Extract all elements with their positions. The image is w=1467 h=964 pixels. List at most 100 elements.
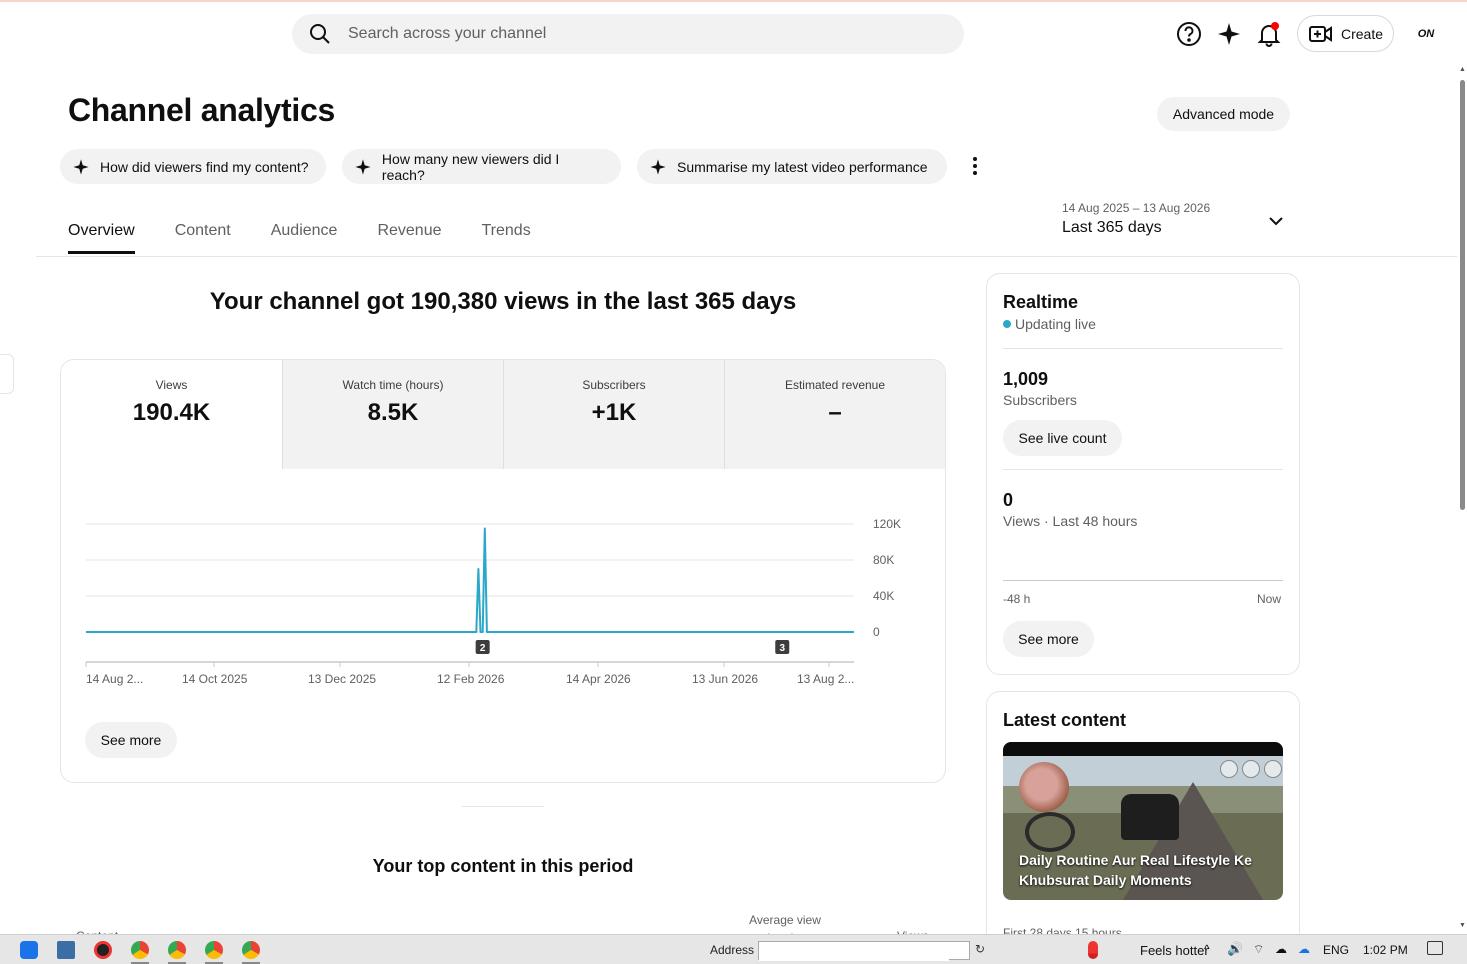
metric-value: 190.4K (132, 399, 211, 426)
tab-audience[interactable]: Audience (271, 222, 338, 254)
realtime-views-label: Views · Last 48 hours (1003, 513, 1138, 529)
metric-label: Subscribers (582, 378, 646, 392)
realtime-status: Updating live (1003, 316, 1096, 332)
chrome-icon[interactable] (205, 941, 223, 959)
tab-overview[interactable]: Overview (68, 222, 135, 254)
show-hidden-icons-chevron-icon[interactable]: ^ (1204, 942, 1210, 956)
page-scrollbar[interactable]: ▲ ▼ (1457, 62, 1467, 934)
thermometer-icon (1088, 941, 1098, 959)
search-icon (310, 24, 330, 44)
tab-revenue[interactable]: Revenue (377, 222, 441, 254)
realtime-status-label: Updating live (1015, 316, 1096, 332)
x-tick-label: 14 Oct 2025 (182, 672, 248, 686)
thumbnail-steering-wheel (1025, 812, 1075, 852)
suggestion-label: How many new viewers did I reach? (381, 150, 560, 183)
see-live-count-button[interactable]: See live count (1003, 420, 1122, 456)
weather-status[interactable]: Feels hotter (1140, 943, 1209, 958)
wifi-icon[interactable]: ⌔ (1253, 942, 1264, 957)
camera-control-icon (1242, 760, 1260, 778)
chrome-icon[interactable] (242, 941, 260, 959)
volume-icon[interactable]: 🔊 (1227, 941, 1243, 957)
tab-content[interactable]: Content (175, 222, 231, 254)
window-top-line (0, 0, 1467, 2)
latest-video-thumbnail[interactable]: Daily Routine Aur Real Lifestyle Ke Khub… (1003, 742, 1283, 900)
latest-content-title: Latest content (1003, 710, 1127, 730)
side-panel-handle[interactable] (0, 354, 14, 394)
metric-value: – (828, 399, 842, 426)
recorder-icon[interactable] (94, 941, 112, 959)
realtime-see-more-button[interactable]: See more (1003, 621, 1094, 657)
create-label: Create (1341, 25, 1384, 42)
top-content-title: Your top content in this period (372, 856, 634, 876)
outlook-icon[interactable] (20, 941, 38, 959)
suggestion-chip-3[interactable]: Summarise my latest video performance (637, 149, 947, 184)
game-control-icon (1220, 760, 1238, 778)
date-range-picker[interactable]: 14 Aug 2025 – 13 Aug 2026 Last 365 days (1062, 201, 1210, 237)
create-video-icon (1309, 25, 1332, 42)
metric-label: Estimated revenue (784, 378, 886, 392)
address-toolbar[interactable] (758, 941, 970, 961)
search-bar[interactable] (292, 14, 964, 54)
advanced-mode-button[interactable]: Advanced mode (1157, 97, 1290, 131)
avatar[interactable]: ON (1410, 20, 1442, 48)
search-input[interactable] (348, 25, 908, 43)
thumbnail-car (1121, 794, 1179, 840)
divider (1003, 348, 1283, 349)
scrollbar-thumb[interactable] (1460, 80, 1465, 510)
series-line (86, 527, 854, 633)
help-icon[interactable] (1176, 21, 1202, 47)
onedrive-icon[interactable]: ☁ (1298, 942, 1310, 956)
metric-tabs: Views 190.4K Watch time (hours) 8.5K Sub… (61, 360, 945, 469)
event-marker-label: 2 (480, 643, 486, 654)
sparkle-icon (73, 158, 89, 175)
more-options-icon[interactable] (965, 153, 985, 179)
y-tick-label: 120K (873, 517, 901, 531)
realtime-axis-start: -48 h (1003, 592, 1031, 606)
date-range-dates: 14 Aug 2025 – 13 Aug 2026 (1062, 201, 1211, 215)
y-tick-label: 40K (873, 589, 894, 603)
metric-views[interactable]: Views 190.4K (61, 360, 282, 469)
refresh-icon[interactable]: ↻ (975, 942, 985, 956)
date-range-label: Last 365 days (1062, 219, 1162, 236)
suggestion-chip-2[interactable]: How many new viewers did I reach? (342, 149, 621, 184)
ai-sparkle-icon[interactable] (1216, 21, 1242, 47)
x-tick-label: 13 Jun 2026 (692, 672, 758, 686)
sparkle-icon (355, 158, 371, 175)
metric-watch-time[interactable]: Watch time (hours) 8.5K (282, 360, 503, 469)
scroll-down-arrow-icon[interactable]: ▼ (1459, 922, 1466, 929)
scroll-up-arrow-icon[interactable]: ▲ (1459, 66, 1466, 73)
chrome-icon[interactable] (131, 941, 149, 959)
create-button[interactable]: Create (1297, 15, 1394, 52)
address-input[interactable] (759, 943, 949, 961)
suggestion-label: Summarise my latest video performance (677, 158, 928, 175)
notifications-bell-icon[interactable] (1256, 21, 1282, 47)
chrome-icon[interactable] (168, 941, 186, 959)
realtime-axis-end: Now (1257, 592, 1282, 606)
metric-estimated-revenue[interactable]: Estimated revenue – (724, 360, 945, 469)
tab-trends[interactable]: Trends (482, 222, 531, 254)
x-tick-label: 13 Dec 2025 (308, 672, 376, 686)
live-dot-icon (1003, 320, 1011, 328)
suggestion-chip-1[interactable]: How did viewers find my content? (60, 149, 326, 184)
metric-value: 8.5K (367, 399, 419, 426)
metric-subscribers[interactable]: Subscribers +1K (503, 360, 724, 469)
address-label: Address (710, 943, 755, 957)
x-tick-label: 14 Apr 2026 (566, 672, 631, 686)
system-clock[interactable]: 1:02 PM (1363, 943, 1408, 957)
x-tick-label: 12 Feb 2026 (437, 672, 505, 686)
notification-center-icon[interactable] (1427, 941, 1443, 955)
latest-content-card: Latest content Daily Routine Aur Real Li… (986, 691, 1300, 951)
cloud-icon[interactable]: ☁ (1275, 942, 1287, 956)
suggestion-label: How did viewers find my content? (100, 158, 309, 175)
realtime-chart-baseline (1003, 580, 1283, 581)
realtime-subscribers-label: Subscribers (1003, 392, 1077, 408)
overview-see-more-button[interactable]: See more (85, 722, 177, 758)
section-divider (462, 806, 544, 807)
y-tick-label: 80K (873, 553, 894, 567)
menu-control-icon (1264, 760, 1282, 778)
calculator-icon[interactable] (57, 941, 75, 959)
page-title: Channel analytics (68, 92, 335, 128)
chevron-down-icon[interactable] (1267, 212, 1285, 230)
input-language[interactable]: ENG (1323, 943, 1349, 957)
overview-card: Views 190.4K Watch time (hours) 8.5K Sub… (60, 359, 946, 783)
